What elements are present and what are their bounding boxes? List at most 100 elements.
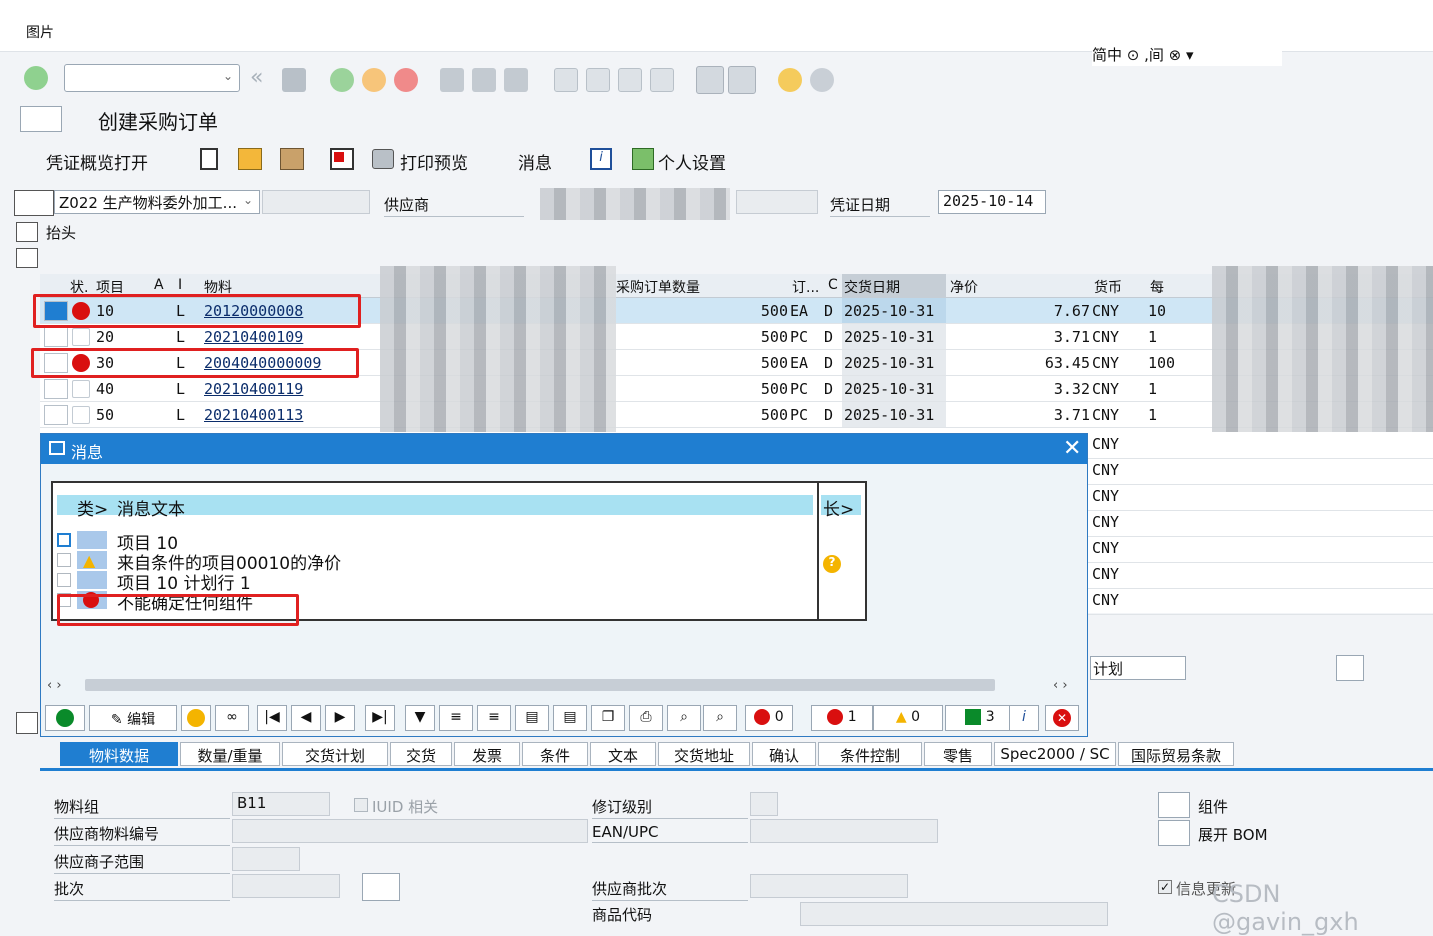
find-icon[interactable] xyxy=(472,68,496,92)
next-message-icon[interactable]: ▶ xyxy=(325,705,355,731)
item-detail-expand-icon[interactable] xyxy=(16,712,38,734)
col-c[interactable]: C xyxy=(828,277,838,293)
col-currency[interactable]: 货币 xyxy=(1094,277,1122,297)
col-a[interactable]: A xyxy=(154,277,164,293)
cancel-button[interactable]: ✕ xyxy=(1045,705,1079,731)
tab-7[interactable]: 交货地址 xyxy=(658,742,750,766)
glasses-icon[interactable]: ∞ xyxy=(215,705,249,731)
tab-2[interactable]: 交货计划 xyxy=(282,742,388,766)
material-cell[interactable]: 20210400119 xyxy=(204,380,303,398)
last-message-icon[interactable]: ▶| xyxy=(365,705,395,731)
check-icon[interactable] xyxy=(330,148,354,170)
scroll-right-icon[interactable]: ‹ › xyxy=(1053,678,1068,693)
hand-icon[interactable] xyxy=(1336,655,1364,681)
find-next-icon[interactable] xyxy=(504,68,528,92)
first-message-icon[interactable]: |◀ xyxy=(257,705,287,731)
row-selector[interactable] xyxy=(44,327,68,347)
tab-11[interactable]: Spec2000 / SC xyxy=(994,742,1116,766)
col-net-price[interactable]: 净价 xyxy=(950,277,978,297)
tab-5[interactable]: 条件 xyxy=(522,742,588,766)
find-next-list-icon[interactable]: ⌕ xyxy=(703,705,737,731)
items-expand-icon[interactable] xyxy=(16,248,38,268)
back-double-icon[interactable]: « xyxy=(250,67,274,92)
tab-9[interactable]: 条件控制 xyxy=(818,742,922,766)
material-cell[interactable]: 20210400109 xyxy=(204,328,303,346)
settings-icon[interactable] xyxy=(810,68,834,92)
next-page-icon[interactable] xyxy=(618,68,642,92)
col-per[interactable]: 每 xyxy=(1150,277,1164,297)
command-field[interactable]: ⌄ xyxy=(64,64,240,92)
col-message-type[interactable]: 类> xyxy=(77,495,108,520)
exit-icon[interactable] xyxy=(362,68,386,92)
success-filter-button[interactable]: 3 xyxy=(945,705,1015,731)
tab-1[interactable]: 数量/重量 xyxy=(180,742,280,766)
material-group-field[interactable]: B11 xyxy=(232,792,330,816)
tab-8[interactable]: 确认 xyxy=(752,742,816,766)
help-button[interactable] xyxy=(181,705,211,731)
help-icon[interactable] xyxy=(778,68,802,92)
save-icon[interactable] xyxy=(282,68,306,92)
tab-3[interactable]: 交货 xyxy=(390,742,452,766)
horizontal-scrollbar[interactable] xyxy=(85,679,995,691)
components-icon[interactable] xyxy=(1158,792,1190,818)
print-preview-icon[interactable] xyxy=(372,149,394,169)
tab-12[interactable]: 国际贸易条款 xyxy=(1118,742,1234,766)
back-icon[interactable] xyxy=(330,68,354,92)
enter-icon[interactable] xyxy=(24,66,48,90)
layout-icon[interactable]: ▤ xyxy=(553,705,587,731)
explode-bom-button[interactable]: 展开 BOM xyxy=(1198,824,1268,845)
print-list-icon[interactable]: ⎙ xyxy=(629,705,663,731)
hold-icon[interactable] xyxy=(280,148,304,170)
info-update-checkbox[interactable]: ✓ xyxy=(1158,880,1172,894)
col-i[interactable]: I xyxy=(178,277,182,293)
prev-page-icon[interactable] xyxy=(586,68,610,92)
edit-button[interactable]: ✎ 编辑 xyxy=(89,705,177,731)
layout-menu-partial[interactable]: 简中 ⊙ ,间 ⊗ ▾ xyxy=(1092,44,1282,66)
message-select-checkbox[interactable] xyxy=(57,553,71,567)
explode-bom-icon[interactable] xyxy=(1158,820,1190,846)
col-long-text[interactable]: 长> xyxy=(821,495,861,520)
col-order-unit[interactable]: 订... xyxy=(792,277,819,297)
tab-10[interactable]: 零售 xyxy=(924,742,992,766)
prev-message-icon[interactable]: ◀ xyxy=(291,705,321,731)
doc-date-field[interactable]: 2025-10-14 xyxy=(938,190,1046,214)
sort-desc-icon[interactable]: ≡ xyxy=(477,705,511,731)
new-document-icon[interactable] xyxy=(200,148,218,170)
sort-asc-icon[interactable]: ≡ xyxy=(439,705,473,731)
messages-button[interactable]: 消息 xyxy=(518,149,552,174)
col-message-text[interactable]: 消息文本 xyxy=(117,495,185,520)
export-icon[interactable]: ▤ xyxy=(515,705,549,731)
ok-button[interactable] xyxy=(45,705,85,731)
stop-filter-button[interactable]: 0 xyxy=(745,705,793,731)
col-delivery-date[interactable]: 交货日期 xyxy=(842,274,946,298)
warning-filter-button[interactable]: ▲ 0 xyxy=(873,705,943,731)
find-list-icon[interactable]: ⌕ xyxy=(667,705,701,731)
menu-icon[interactable] xyxy=(20,106,62,132)
print-icon[interactable] xyxy=(440,68,464,92)
info-icon[interactable]: i xyxy=(590,148,612,170)
tab-0[interactable]: 物料数据 xyxy=(60,742,178,766)
doc-overview-button[interactable]: 凭证概览打开 xyxy=(46,149,148,174)
last-page-icon[interactable] xyxy=(650,68,674,92)
message-select-checkbox[interactable] xyxy=(57,573,71,587)
shortcut-icon[interactable] xyxy=(728,66,756,94)
other-order-icon[interactable] xyxy=(238,148,262,170)
personal-settings-icon[interactable] xyxy=(632,148,654,170)
long-text-help-icon[interactable]: ? xyxy=(823,555,841,573)
material-cell[interactable]: 20210400113 xyxy=(204,406,303,424)
filter-icon[interactable]: ▼ xyxy=(405,705,435,731)
create-session-icon[interactable] xyxy=(696,66,724,94)
close-icon[interactable]: ✕ xyxy=(1063,436,1081,461)
error-filter-button[interactable]: 1 xyxy=(811,705,873,731)
first-page-icon[interactable] xyxy=(554,68,578,92)
col-po-qty[interactable]: 采购订单数量 xyxy=(616,277,700,297)
scroll-left-icon[interactable]: ‹ › xyxy=(47,678,62,693)
print-preview-button[interactable]: 打印预览 xyxy=(400,149,468,174)
header-expand-icon[interactable] xyxy=(16,222,38,242)
row-selector[interactable] xyxy=(44,379,68,399)
batch-detail-icon[interactable] xyxy=(362,873,400,901)
order-type-select[interactable]: Z022 生产物料委外加工... ⌄ xyxy=(54,190,260,214)
copy-icon[interactable]: ❐ xyxy=(591,705,625,731)
row-selector[interactable] xyxy=(44,405,68,425)
cancel-icon[interactable] xyxy=(394,68,418,92)
